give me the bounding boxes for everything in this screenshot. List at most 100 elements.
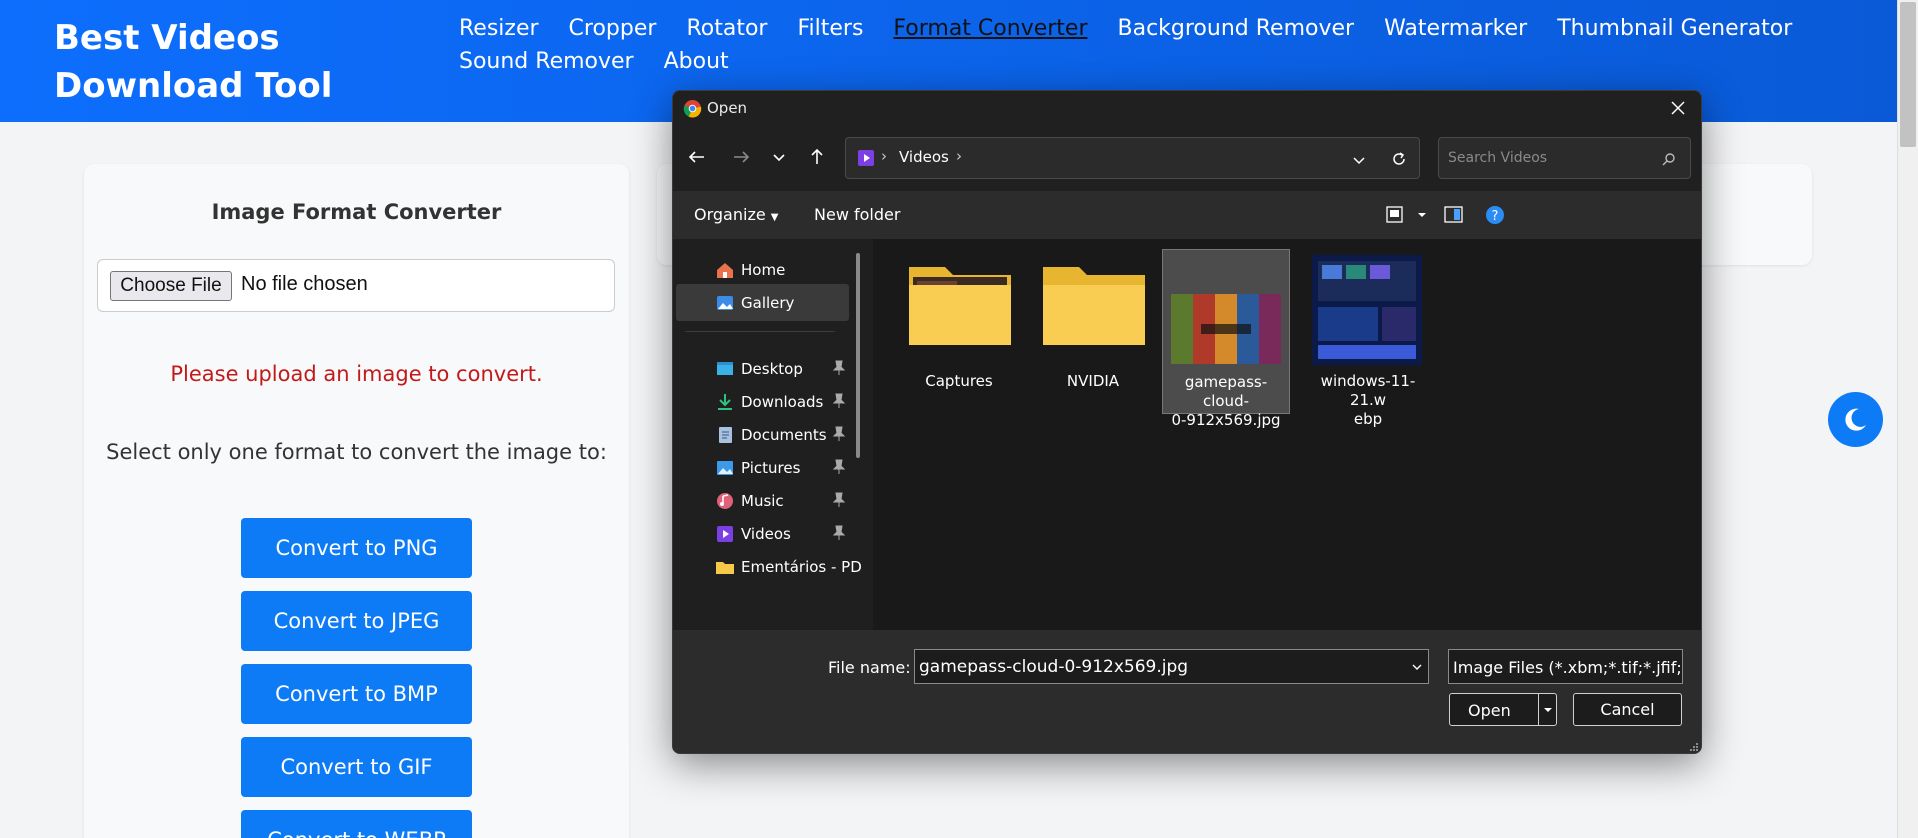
file-item-gamepass[interactable]: gamepass-cloud- 0-912x569.jpg (1162, 249, 1290, 429)
file-input[interactable]: Choose File No file chosen (97, 259, 615, 312)
file-name-line1: gamepass-cloud- (1184, 373, 1268, 410)
sidebar-item-music[interactable]: Music (676, 482, 849, 519)
nav-background-remover[interactable]: Background Remover (1118, 12, 1355, 45)
folder-icon (909, 267, 1011, 345)
sidebar-item-downloads[interactable]: Downloads (676, 383, 849, 420)
file-item-nvidia[interactable]: NVIDIA (1029, 249, 1157, 414)
file-item-captures[interactable]: Captures (895, 249, 1023, 414)
close-icon[interactable] (1667, 97, 1689, 119)
main-nav: Resizer Cropper Rotator Filters Format Conve… (459, 12, 1889, 78)
sidebar-item-documents[interactable]: Documents (676, 416, 849, 453)
view-options-icon[interactable] (1386, 206, 1426, 224)
page-scrollbar[interactable] (1897, 0, 1918, 838)
sidebar-item-ementarios[interactable]: Ementários - PD (676, 548, 862, 585)
nav-about[interactable]: About (664, 45, 729, 78)
pin-icon[interactable] (832, 426, 846, 442)
help-icon[interactable]: ? (1485, 205, 1505, 225)
open-button[interactable]: Open (1449, 693, 1557, 726)
no-file-text: No file chosen (241, 273, 368, 295)
file-type-select[interactable]: Image Files (*.xbm;*.tif;*.jfif;*.pjpeg;… (1448, 649, 1683, 684)
sidebar-item-home[interactable]: Home (676, 251, 849, 288)
breadcrumb-videos[interactable]: Videos (899, 148, 949, 166)
folder-icon (1043, 267, 1145, 345)
sidebar-divider (685, 331, 835, 332)
sidebar-scrollbar[interactable] (856, 253, 860, 458)
pin-icon[interactable] (832, 492, 846, 508)
sidebar-label: Home (741, 261, 786, 279)
nav-thumbnail-generator[interactable]: Thumbnail Generator (1557, 12, 1792, 45)
file-name-input[interactable]: gamepass-cloud-0-912x569.jpg (914, 649, 1429, 684)
dropdown-caret-icon[interactable] (1542, 704, 1554, 716)
sidebar-label: Documents (741, 426, 827, 444)
converter-title: Image Format Converter (211, 200, 502, 224)
downloads-icon (718, 394, 732, 410)
resize-grip-icon[interactable] (1689, 742, 1699, 752)
convert-gif-button[interactable]: Convert to GIF (241, 737, 472, 797)
file-name: gamepass-cloud- 0-912x569.jpg (1163, 373, 1289, 430)
sidebar-label: Ementários - PD (741, 558, 862, 576)
documents-icon (719, 427, 732, 443)
sidebar-item-gallery[interactable]: Gallery (676, 284, 849, 321)
image-thumbnail-icon (1171, 294, 1281, 364)
convert-webp-button[interactable]: Convert to WEBP (241, 810, 472, 838)
pin-icon[interactable] (832, 525, 846, 541)
search-box[interactable]: Search Videos (1438, 137, 1691, 179)
dropdown-caret-icon: ▼ (770, 212, 779, 223)
nav-filters[interactable]: Filters (797, 12, 863, 45)
file-item-windows-webp[interactable]: windows-11-21.w ebp (1304, 249, 1432, 428)
nav-resizer[interactable]: Resizer (459, 12, 539, 45)
converter-card: Image Format Converter Choose File No fi… (84, 164, 629, 838)
page-scroll-thumb[interactable] (1900, 2, 1916, 147)
site-brand[interactable]: Best Videos Download Tool (54, 14, 434, 110)
back-arrow-icon[interactable] (683, 143, 711, 171)
sidebar-label: Pictures (741, 459, 801, 477)
forward-arrow-icon[interactable] (727, 143, 755, 171)
videos-icon (717, 526, 733, 542)
convert-jpeg-button[interactable]: Convert to JPEG (241, 591, 472, 651)
breadcrumb-separator-icon: › (881, 147, 887, 165)
sidebar-item-pictures[interactable]: Pictures (676, 449, 849, 486)
file-name-line2: 0-912x569.jpg (1171, 411, 1281, 429)
chevron-down-icon[interactable] (1410, 660, 1424, 674)
sidebar-item-videos[interactable]: Videos (676, 515, 849, 552)
convert-png-button[interactable]: Convert to PNG (241, 518, 472, 578)
file-name-line1: windows-11-21.w (1320, 372, 1416, 409)
address-dropdown-icon[interactable] (1351, 152, 1367, 168)
nav-rotator[interactable]: Rotator (686, 12, 767, 45)
pin-icon[interactable] (832, 360, 846, 376)
desktop-icon (717, 362, 733, 375)
up-arrow-icon[interactable] (803, 143, 831, 171)
cancel-button[interactable]: Cancel (1573, 693, 1682, 726)
nav-format-converter[interactable]: Format Converter (893, 12, 1087, 45)
moon-icon (1845, 408, 1866, 431)
sidebar-label: Desktop (741, 360, 803, 378)
nav-cropper[interactable]: Cropper (569, 12, 657, 45)
file-name: windows-11-21.w ebp (1304, 372, 1432, 429)
refresh-icon[interactable] (1390, 150, 1408, 168)
search-icon[interactable] (1661, 151, 1677, 167)
organize-menu[interactable]: Organize ▼ (694, 205, 778, 224)
split-divider (1538, 694, 1539, 725)
new-folder-button[interactable]: New folder (814, 205, 900, 224)
convert-bmp-button[interactable]: Convert to BMP (241, 664, 472, 724)
dark-mode-toggle[interactable] (1828, 392, 1883, 447)
recent-locations-chevron-icon[interactable] (765, 143, 793, 171)
preview-pane-icon[interactable] (1444, 206, 1464, 224)
pin-icon[interactable] (832, 393, 846, 409)
sidebar-item-desktop[interactable]: Desktop (676, 350, 849, 387)
dialog-title: Open (707, 99, 748, 117)
sidebar-label: Music (741, 492, 784, 510)
address-bar[interactable]: › Videos › (845, 137, 1420, 179)
nav-sound-remover[interactable]: Sound Remover (459, 45, 634, 78)
upload-warning: Please upload an image to convert. (170, 362, 543, 386)
nav-watermarker[interactable]: Watermarker (1384, 12, 1527, 45)
choose-file-button[interactable]: Choose File (110, 271, 232, 301)
file-name: Captures (925, 372, 993, 390)
pin-icon[interactable] (832, 459, 846, 475)
format-instruction: Select only one format to convert the im… (106, 440, 607, 464)
sidebar-label: Gallery (741, 294, 795, 312)
search-placeholder: Search Videos (1448, 150, 1548, 166)
organize-label: Organize (694, 205, 766, 224)
svg-text:?: ? (1492, 209, 1499, 224)
file-name: NVIDIA (1066, 372, 1120, 390)
